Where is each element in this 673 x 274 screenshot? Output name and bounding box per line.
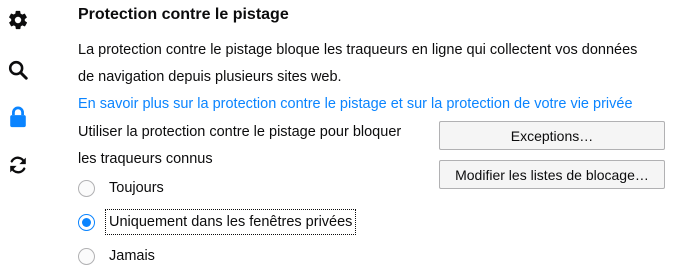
- modify-blocklists-button[interactable]: Modifier les listes de blocage…: [439, 160, 665, 189]
- radio-option-always[interactable]: Toujours: [78, 176, 168, 200]
- description-line-2: de navigation depuis plusieurs sites web…: [78, 69, 342, 85]
- sync-icon[interactable]: [6, 153, 30, 177]
- radio-label-never[interactable]: Jamais: [105, 243, 159, 269]
- search-icon[interactable]: [6, 58, 30, 82]
- radio-button-always[interactable]: [78, 179, 95, 197]
- radio-button-never[interactable]: [78, 247, 95, 265]
- exceptions-button[interactable]: Exceptions…: [439, 121, 665, 150]
- use-protection-label-line-2: les traqueurs connus: [78, 151, 213, 167]
- radio-label-private-windows[interactable]: Uniquement dans les fenêtres privées: [105, 209, 357, 235]
- sidebar-nav: [0, 0, 40, 274]
- use-protection-label-line-1: Utiliser la protection contre le pistage…: [78, 124, 402, 140]
- tracking-protection-section: Protection contre le pistage La protecti…: [78, 0, 668, 274]
- learn-more-link[interactable]: En savoir plus sur la protection contre …: [78, 96, 633, 112]
- radio-option-never[interactable]: Jamais: [78, 244, 159, 268]
- description-line-1: La protection contre le pistage bloque l…: [78, 42, 638, 58]
- gear-icon[interactable]: [6, 8, 30, 32]
- radio-option-private-windows[interactable]: Uniquement dans les fenêtres privées: [78, 209, 357, 235]
- radio-label-always[interactable]: Toujours: [105, 175, 168, 201]
- lock-icon[interactable]: [6, 105, 30, 129]
- radio-button-private-windows[interactable]: [78, 213, 95, 231]
- section-title: Protection contre le pistage: [78, 6, 289, 23]
